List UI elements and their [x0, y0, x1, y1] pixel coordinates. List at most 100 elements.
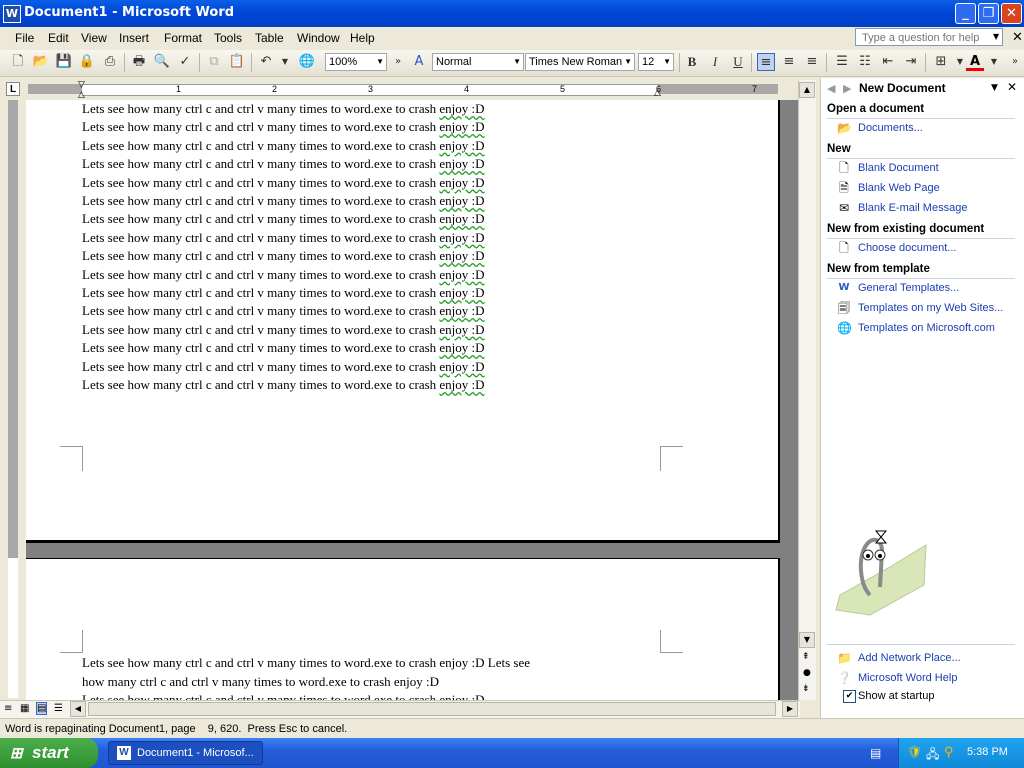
increase-indent-icon[interactable]: ⇥ — [902, 53, 920, 71]
spelling-icon[interactable]: ✓ — [176, 53, 194, 71]
font-size-dropdown-icon[interactable]: ▼ — [663, 54, 671, 70]
close-document-icon[interactable]: ✕ — [1012, 30, 1023, 45]
security-shield-icon[interactable]: 🛡 — [907, 745, 922, 759]
horizontal-scroll-thumb[interactable] — [88, 702, 776, 716]
document-text-line: Lets see how many ctrl c and ctrl v many… — [82, 230, 485, 246]
restore-button[interactable]: ❐ — [978, 3, 999, 24]
zoom-dropdown-icon[interactable]: ▼ — [376, 54, 384, 70]
web-templates-link[interactable]: Templates on my Web Sites... — [858, 302, 1003, 314]
previous-page-icon[interactable]: ⇞ — [802, 652, 810, 662]
zoom-combo[interactable]: 100% ▼ — [325, 53, 387, 71]
web-layout-view-icon[interactable]: ▦ — [20, 703, 29, 714]
save-icon[interactable]: 💾 — [55, 53, 73, 71]
line-text: Lets see how many ctrl c and ctrl v many… — [82, 321, 440, 337]
align-left-icon[interactable]: ≡ — [757, 53, 775, 71]
scroll-up-icon[interactable]: ▲ — [799, 82, 815, 98]
add-network-place-link[interactable]: Add Network Place... — [858, 652, 961, 664]
word-app-icon[interactable]: W — [3, 5, 21, 23]
task-pane-close-icon[interactable]: ✕ — [1007, 80, 1017, 94]
forward-icon[interactable]: ▶ — [843, 82, 851, 95]
documents-link[interactable]: Documents... — [858, 122, 923, 134]
taskbar-word-button[interactable]: W Document1 - Microsof... — [108, 741, 263, 765]
undo-dropdown-icon[interactable]: ▼ — [276, 53, 294, 71]
scroll-right-icon[interactable]: ▶ — [782, 701, 798, 717]
permission-icon[interactable]: 🔒 — [78, 53, 96, 71]
copy-icon[interactable]: ⧉ — [205, 53, 223, 71]
horizontal-scrollbar[interactable]: ≡ ▦ ▤ ☰ ◀ ▶ — [0, 700, 800, 718]
first-line-indent-marker-icon[interactable]: ▽ — [78, 80, 85, 90]
font-combo[interactable]: Times New Roman ▼ — [525, 53, 635, 71]
vertical-scrollbar[interactable]: ▲ ▼ ⇞ ● ⇟ — [798, 80, 816, 700]
help-dropdown-arrow-icon[interactable]: ▼ — [993, 32, 999, 41]
choose-document-link[interactable]: Choose document... — [858, 242, 956, 254]
font-size-combo[interactable]: 12 ▼ — [638, 53, 674, 71]
menu-tools[interactable]: Tools — [214, 31, 242, 45]
general-templates-link[interactable]: General Templates... — [858, 282, 959, 294]
menu-table[interactable]: Table — [255, 31, 284, 45]
help-question-input[interactable] — [860, 30, 992, 46]
decrease-indent-icon[interactable]: ⇤ — [879, 53, 897, 71]
blank-email-link[interactable]: Blank E-mail Message — [858, 202, 967, 214]
align-right-icon[interactable]: ≡ — [803, 53, 821, 71]
menu-format[interactable]: Format — [164, 31, 202, 45]
blank-web-page-link[interactable]: Blank Web Page — [858, 182, 940, 194]
menu-window[interactable]: Window — [297, 31, 340, 45]
menu-insert[interactable]: Insert — [119, 31, 149, 45]
search-preview-icon[interactable]: 🔍 — [153, 53, 171, 71]
new-icon[interactable]: 🗋 — [9, 53, 27, 71]
underline-icon[interactable]: U — [729, 53, 747, 71]
task-pane-menu-icon[interactable]: ▼ — [991, 83, 998, 93]
word-help-link[interactable]: Microsoft Word Help — [858, 672, 957, 684]
styles-and-formatting-icon[interactable]: A — [410, 53, 428, 71]
center-icon[interactable]: ≡ — [780, 53, 798, 71]
scroll-down-icon[interactable]: ▼ — [799, 632, 815, 648]
minimize-button[interactable]: _ — [955, 3, 976, 24]
print-preview-icon[interactable]: 🖶 — [130, 53, 148, 71]
title-bar[interactable]: W Document1 - Microsoft Word _ ❐ ✕ — [0, 0, 1024, 27]
menu-help[interactable]: Help — [350, 31, 375, 45]
font-color-icon[interactable]: A — [966, 53, 984, 71]
help-question-box[interactable] — [855, 28, 1003, 46]
toolbar-options-icon[interactable]: » — [389, 53, 407, 71]
back-icon[interactable]: ◀ — [827, 82, 835, 95]
menu-edit[interactable]: Edit — [48, 31, 69, 45]
print-icon[interactable]: ⎙ — [101, 53, 119, 71]
scroll-left-icon[interactable]: ◀ — [70, 701, 86, 717]
start-button[interactable]: ⊞ start — [0, 738, 98, 768]
print-layout-view-icon[interactable]: ▤ — [36, 702, 48, 715]
toolbar-separator — [251, 53, 252, 72]
right-indent-marker-icon[interactable]: △ — [654, 88, 661, 98]
menu-file[interactable]: File — [15, 31, 34, 45]
show-at-startup-checkbox[interactable]: ✔ — [843, 690, 856, 703]
hanging-indent-marker-icon[interactable]: △ — [78, 90, 85, 100]
open-icon[interactable]: 📂 — [32, 53, 50, 71]
microsoft-templates-link[interactable]: Templates on Microsoft.com — [858, 322, 995, 334]
bullets-icon[interactable]: ☷ — [856, 53, 874, 71]
keyboard-icon[interactable]: ▤ — [870, 746, 881, 760]
italic-icon[interactable]: I — [706, 53, 724, 71]
outline-view-icon[interactable]: ☰ — [54, 703, 63, 714]
normal-view-icon[interactable]: ≡ — [4, 703, 12, 714]
bold-icon[interactable]: B — [683, 53, 701, 71]
font-dropdown-icon[interactable]: ▼ — [624, 54, 632, 70]
vertical-ruler[interactable] — [0, 100, 26, 700]
style-combo[interactable]: Normal ▼ — [432, 53, 524, 71]
next-page-icon[interactable]: ⇟ — [802, 684, 810, 694]
paste-icon[interactable]: 📋 — [228, 53, 246, 71]
toolbar-options-icon[interactable]: » — [1006, 53, 1024, 71]
undo-icon[interactable]: ↶ — [257, 53, 275, 71]
tab-selector[interactable]: L — [6, 82, 20, 96]
insert-hyperlink-icon[interactable]: 🌐 — [298, 53, 316, 71]
style-dropdown-icon[interactable]: ▼ — [513, 54, 521, 70]
font-color-dropdown-icon[interactable]: ▼ — [985, 53, 1003, 71]
numbering-icon[interactable]: ☰ — [833, 53, 851, 71]
menu-view[interactable]: View — [81, 31, 107, 45]
office-assistant-clippy[interactable] — [830, 525, 930, 620]
close-button[interactable]: ✕ — [1001, 3, 1022, 24]
network-icon[interactable]: 🖧 — [926, 745, 939, 766]
search-icon[interactable]: ⚲ — [944, 744, 954, 760]
scroll-track[interactable] — [799, 100, 815, 692]
blank-document-link[interactable]: Blank Document — [858, 162, 939, 174]
select-browse-object-icon[interactable]: ● — [803, 668, 811, 678]
borders-icon[interactable]: ⊞ — [932, 53, 950, 71]
